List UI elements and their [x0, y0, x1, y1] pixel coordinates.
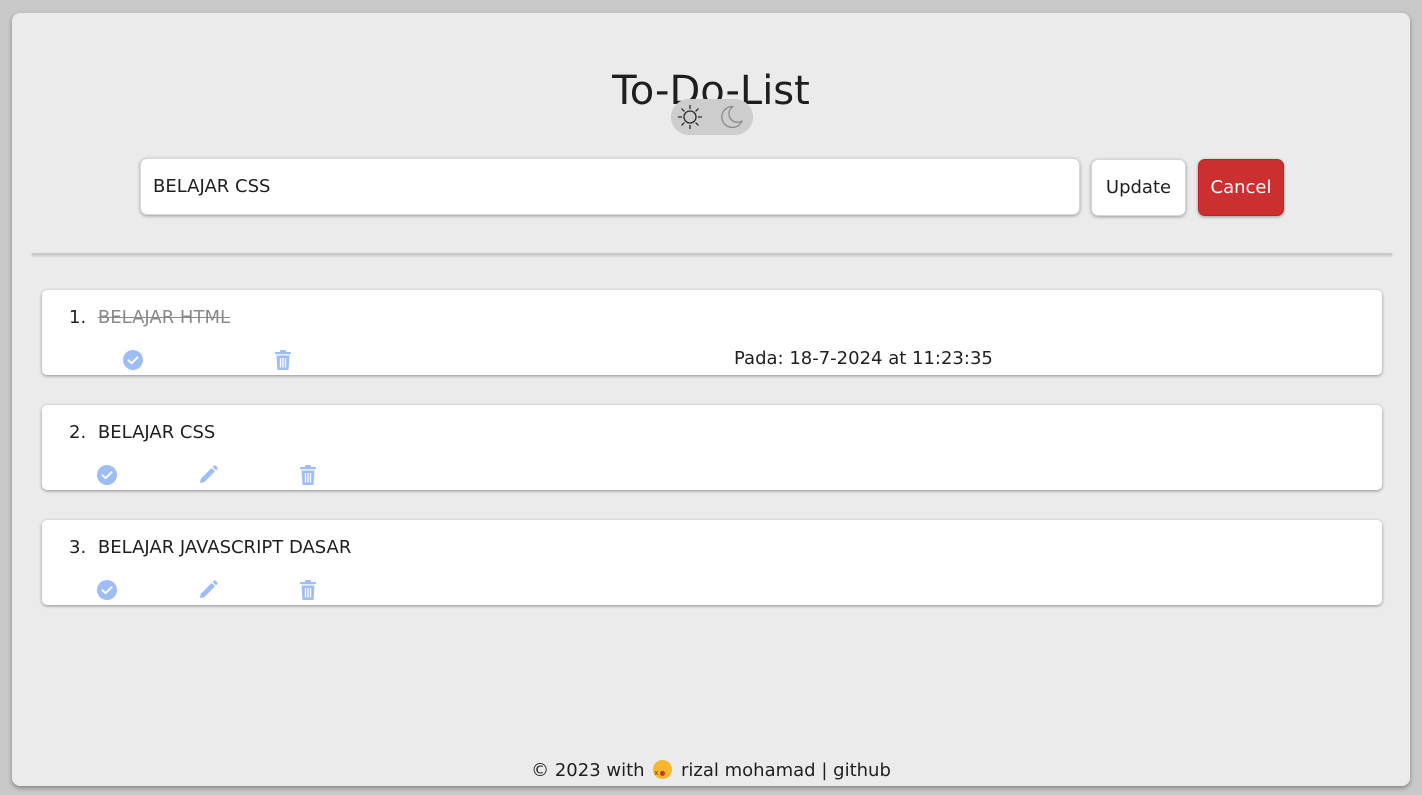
- pencil-icon[interactable]: [197, 464, 219, 486]
- footer-author: rizal mohamad: [681, 760, 816, 781]
- sun-icon[interactable]: [677, 104, 703, 134]
- todo-text: 3. BELAJAR JAVASCRIPT DASAR: [69, 537, 351, 559]
- footer: © 2023 with rizal mohamad | github: [12, 759, 1410, 785]
- trash-icon[interactable]: [297, 464, 319, 486]
- todo-item: 2. BELAJAR CSS: [42, 405, 1382, 490]
- todo-text: 2. BELAJAR CSS: [69, 422, 215, 444]
- todo-label: BELAJAR HTML: [97, 307, 231, 328]
- theme-toggle[interactable]: [671, 99, 753, 135]
- todo-label: BELAJAR CSS: [97, 422, 216, 443]
- moon-icon[interactable]: [718, 104, 744, 134]
- completed-timestamp: Pada: 18-7-2024 at 11:23:35: [734, 348, 993, 369]
- check-circle-icon[interactable]: [96, 464, 118, 486]
- dizzy-face-emoji-icon: [653, 760, 673, 785]
- divider: [32, 253, 1392, 255]
- todo-label: BELAJAR JAVASCRIPT DASAR: [97, 537, 352, 558]
- todo-number: 3.: [69, 537, 87, 558]
- footer-separator: |: [821, 760, 828, 781]
- pencil-icon[interactable]: [197, 579, 219, 601]
- todo-item: 1. BELAJAR HTML Pada: 18-7-2024 at 11:23…: [42, 290, 1382, 375]
- task-input[interactable]: [140, 158, 1080, 215]
- todo-item: 3. BELAJAR JAVASCRIPT DASAR: [42, 520, 1382, 605]
- cancel-button[interactable]: Cancel: [1198, 159, 1284, 216]
- app-container: To-Do-List Upda: [12, 13, 1410, 786]
- todo-number: 1.: [69, 307, 87, 328]
- github-link[interactable]: github: [833, 760, 891, 781]
- trash-icon[interactable]: [272, 349, 294, 371]
- check-circle-icon[interactable]: [122, 349, 144, 371]
- trash-icon[interactable]: [297, 579, 319, 601]
- todo-number: 2.: [69, 422, 87, 443]
- update-button[interactable]: Update: [1091, 159, 1186, 216]
- check-circle-icon[interactable]: [96, 579, 118, 601]
- todo-text: 1. BELAJAR HTML: [69, 307, 230, 329]
- footer-copyright: © 2023 with: [531, 760, 645, 781]
